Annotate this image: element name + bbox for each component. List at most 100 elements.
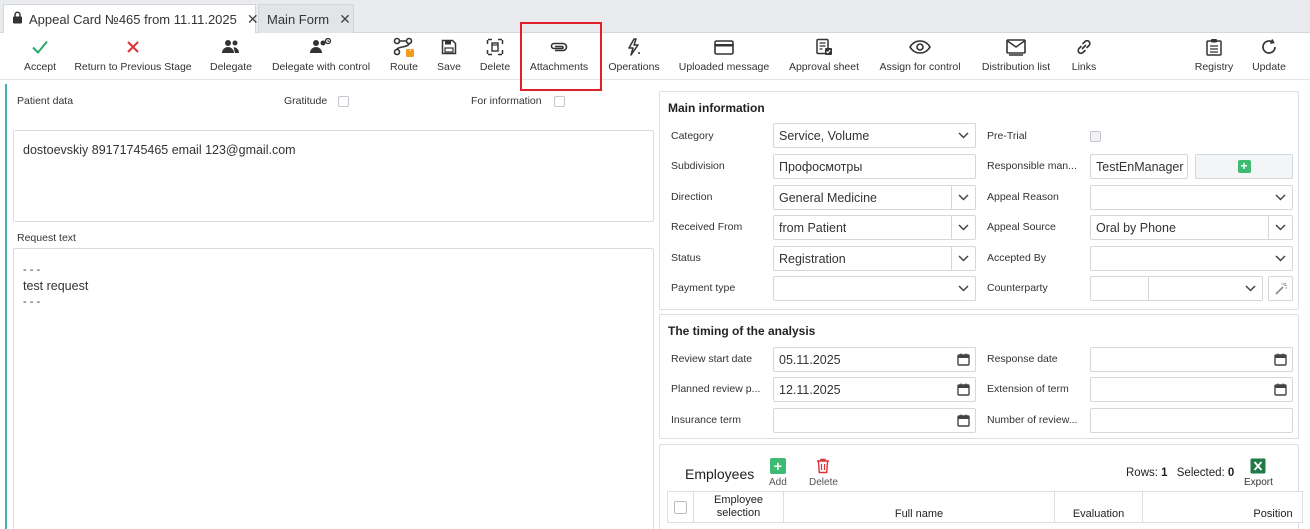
delegate-with-control-button[interactable]: Delegate with control — [268, 36, 374, 78]
appeal-reason-select[interactable] — [1090, 185, 1293, 210]
mail-list-icon — [1006, 38, 1026, 56]
delete-employee-button[interactable]: Delete — [809, 458, 838, 488]
received-from-select[interactable]: from Patient — [773, 215, 976, 240]
registry-button[interactable]: Registry — [1193, 36, 1235, 78]
number-review-field[interactable] — [1090, 408, 1293, 433]
approval-sheet-label: Approval sheet — [788, 61, 860, 73]
plus-icon: + — [1237, 160, 1251, 173]
export-button[interactable]: Export — [1244, 458, 1273, 488]
magic-wand-icon — [1274, 282, 1287, 295]
payment-type-select[interactable] — [773, 276, 976, 301]
response-date-field[interactable] — [1090, 347, 1293, 372]
update-label: Update — [1252, 61, 1286, 73]
responsible-field[interactable]: TestEnManager — [1090, 154, 1188, 179]
planned-review-date-field[interactable]: 12.11.2025 — [773, 377, 976, 402]
employees-section: Employees + Add Delete Rows: 1 Selected:… — [659, 444, 1303, 529]
close-icon[interactable]: ✕ — [247, 11, 259, 28]
left-panel: Patient data Gratitude For information d… — [5, 84, 657, 529]
calendar-icon[interactable] — [951, 378, 975, 401]
links-label: Links — [1071, 61, 1097, 73]
direction-value: General Medicine — [779, 190, 877, 205]
select-all-cell — [668, 492, 694, 522]
received-from-value: from Patient — [779, 220, 847, 235]
accept-label: Accept — [23, 61, 57, 73]
approval-sheet-icon — [816, 38, 832, 55]
planned-review-value: 12.11.2025 — [779, 382, 841, 397]
delegate-label: Delegate — [209, 61, 253, 73]
lock-icon — [12, 11, 23, 27]
calendar-icon[interactable] — [1268, 378, 1292, 401]
category-select[interactable]: Service, Volume — [773, 123, 976, 148]
card-icon — [714, 39, 734, 55]
section-title: Main information — [668, 101, 765, 115]
attachments-button[interactable]: Attachments — [524, 36, 594, 78]
review-start-date-field[interactable]: 05.11.2025 — [773, 347, 976, 372]
floppy-icon — [441, 39, 457, 55]
return-previous-stage-button[interactable]: Return to Previous Stage — [72, 36, 194, 78]
patient-data-textarea[interactable]: dostoevskiy 89171745465 email 123@gmail.… — [13, 130, 654, 222]
insurance-date-field[interactable] — [773, 408, 976, 433]
select-all-checkbox[interactable] — [674, 500, 687, 514]
tab-appeal-card[interactable]: Appeal Card №465 from 11.11.2025 ✕ — [3, 4, 259, 33]
counterparty-select[interactable] — [1090, 276, 1263, 301]
refresh-icon — [1262, 39, 1276, 54]
distribution-list-button[interactable]: Distribution list — [977, 36, 1055, 78]
add-employee-button[interactable]: + Add — [769, 458, 787, 488]
calendar-icon[interactable] — [951, 409, 975, 432]
responsible-label: Responsible man... — [987, 160, 1077, 172]
gratitude-checkbox[interactable] — [338, 96, 349, 107]
subdivision-label: Subdivision — [671, 160, 725, 172]
appeal-source-value: Oral by Phone — [1096, 220, 1176, 235]
counterparty-wand-button[interactable] — [1268, 276, 1293, 301]
column-header[interactable]: Evaluation — [1055, 492, 1143, 522]
patient-data-text: dostoevskiy 89171745465 email 123@gmail.… — [23, 143, 296, 157]
approval-sheet-button[interactable]: Approval sheet — [785, 36, 863, 78]
column-header[interactable]: Employee selection — [694, 492, 784, 522]
uploaded-message-button[interactable]: Uploaded message — [676, 36, 772, 78]
update-button[interactable]: Update — [1249, 36, 1289, 78]
assign-for-control-button[interactable]: Assign for control — [875, 36, 965, 78]
subdivision-field[interactable]: Профосмотры — [773, 154, 976, 179]
delete-button[interactable]: Delete — [476, 36, 514, 78]
request-text-textarea[interactable]: - - - test request - - - — [13, 248, 654, 529]
direction-select[interactable]: General Medicine — [773, 185, 976, 210]
save-button[interactable]: Save — [434, 36, 464, 78]
delete-doc-icon — [486, 38, 504, 56]
pretrial-label: Pre-Trial — [987, 130, 1027, 142]
response-date-label: Response date — [987, 353, 1058, 365]
plus-icon: + — [769, 458, 786, 474]
for-information-checkbox[interactable] — [554, 96, 565, 107]
appeal-source-select[interactable]: Oral by Phone — [1090, 215, 1293, 240]
extension-date-field[interactable] — [1090, 377, 1293, 402]
users-control-icon — [310, 38, 332, 53]
request-text-label: Request text — [17, 232, 76, 244]
timing-section: The timing of the analysis Review start … — [659, 314, 1299, 439]
selected-value: 0 — [1227, 467, 1235, 479]
gratitude-label: Gratitude — [284, 95, 328, 107]
accept-button[interactable]: Accept — [22, 36, 58, 78]
responsible-value: TestEnManager — [1096, 159, 1184, 174]
delete-label: Delete — [479, 61, 511, 73]
calendar-icon[interactable] — [1268, 348, 1292, 371]
status-select[interactable]: Registration — [773, 246, 976, 271]
column-header[interactable]: Full name — [784, 492, 1055, 522]
pretrial-checkbox[interactable] — [1090, 131, 1101, 142]
links-button[interactable]: Links — [1068, 36, 1100, 78]
category-value: Service, Volume — [779, 128, 870, 143]
tab-main-form[interactable]: Main Form ✕ — [258, 4, 354, 33]
route-button[interactable]: ! Route — [386, 36, 422, 78]
close-icon[interactable]: ✕ — [339, 11, 351, 28]
extension-label: Extension of term — [987, 383, 1069, 395]
planned-review-label: Planned review p... — [671, 383, 761, 395]
eye-icon — [909, 40, 931, 54]
link-icon — [1077, 39, 1091, 55]
column-header[interactable]: Position — [1143, 492, 1303, 522]
review-start-value: 05.11.2025 — [779, 352, 841, 367]
accepted-by-select[interactable] — [1090, 246, 1293, 271]
delegate-button[interactable]: Delegate — [207, 36, 255, 78]
operations-button[interactable]: Operations — [605, 36, 663, 78]
calendar-icon[interactable] — [951, 348, 975, 371]
add-responsible-button[interactable]: + — [1195, 154, 1293, 179]
request-line: - - - — [23, 296, 41, 308]
users-icon — [222, 40, 239, 53]
